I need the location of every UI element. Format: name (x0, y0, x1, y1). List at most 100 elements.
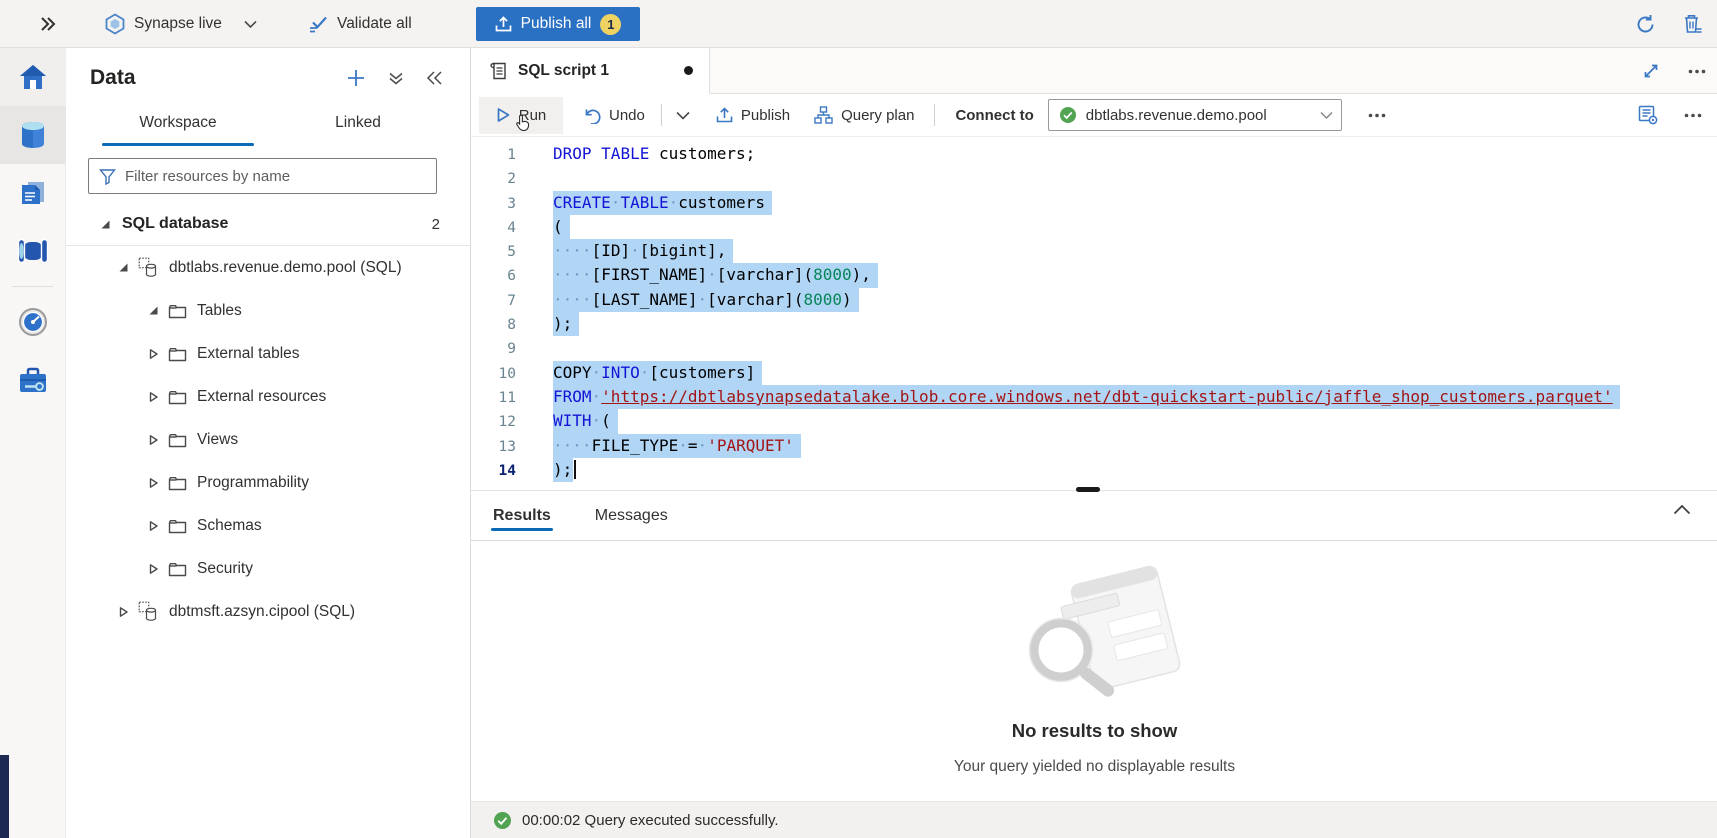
discard-trash-icon[interactable] (1682, 13, 1703, 35)
tree-item-security[interactable]: Security (66, 547, 470, 590)
code-line[interactable]: 11FROM·'https://dbtlabsynapsedatalake.bl… (471, 385, 1717, 409)
undo-button[interactable]: Undo (583, 107, 645, 124)
expander-icon[interactable] (116, 262, 130, 273)
sql-pool-icon (138, 257, 159, 278)
line-number[interactable]: 10 (471, 362, 516, 386)
data-cylinder-icon (18, 120, 48, 150)
tree-item-views[interactable]: Views (66, 418, 470, 461)
nav-manage[interactable] (0, 351, 66, 409)
nav-data[interactable] (0, 106, 66, 164)
code-line[interactable]: 8); (471, 312, 1717, 336)
collapse-panel-icon[interactable] (426, 71, 442, 85)
code-line[interactable]: 9 (471, 336, 1717, 360)
nav-home[interactable] (0, 48, 66, 106)
line-number[interactable]: 2 (471, 167, 516, 191)
expand-panel-icon[interactable] (38, 0, 58, 48)
tree-item-dbtlabs-revenue-demo-pool-sql[interactable]: dbtlabs.revenue.demo.pool (SQL) (66, 246, 470, 289)
code-line[interactable]: 3CREATE·TABLE·customers (471, 191, 1717, 215)
line-number[interactable]: 4 (471, 216, 516, 240)
nav-monitor[interactable] (0, 293, 66, 351)
expander-icon[interactable] (146, 477, 160, 489)
code-line[interactable]: 4( (471, 215, 1717, 239)
expand-editor-icon[interactable] (1642, 62, 1660, 80)
expander-icon[interactable] (116, 606, 130, 618)
code-line[interactable]: 1DROP TABLE customers; (471, 142, 1717, 166)
code-token (649, 144, 659, 163)
collapse-results-icon[interactable] (1673, 504, 1691, 515)
validate-all-button[interactable]: Validate all (308, 0, 412, 48)
code-line[interactable]: 12WITH·( (471, 409, 1717, 433)
tab-messages[interactable]: Messages (593, 497, 670, 535)
tab-linked[interactable]: Linked (268, 104, 448, 148)
publish-all-button[interactable]: Publish all 1 (476, 7, 640, 41)
line-number[interactable]: 1 (471, 143, 516, 167)
expander-icon[interactable] (146, 348, 160, 360)
nav-integrate[interactable] (0, 222, 66, 280)
line-number[interactable]: 9 (471, 337, 516, 361)
properties-icon[interactable] (1638, 105, 1658, 125)
add-resource-icon[interactable] (346, 68, 366, 88)
collapse-all-icon[interactable] (388, 70, 404, 86)
line-number[interactable]: 6 (471, 264, 516, 288)
filter-resources-input[interactable] (125, 168, 426, 185)
mode-label: Synapse live (134, 15, 222, 33)
line-number[interactable]: 3 (471, 192, 516, 216)
undo-split-chevron-icon[interactable] (676, 111, 690, 120)
code-line[interactable]: 14); (471, 458, 1717, 482)
code-token: TABLE (620, 193, 668, 212)
pool-icon (138, 257, 159, 278)
tree-item-external-tables[interactable]: External tables (66, 332, 470, 375)
toolbar-more-icon[interactable] (1368, 113, 1386, 118)
whitespace-dot: · (592, 411, 602, 430)
connect-to-pool-dropdown[interactable]: dbtlabs.revenue.demo.pool (1048, 99, 1342, 131)
expander-icon[interactable] (146, 305, 160, 316)
whitespace-dot: · (572, 436, 582, 455)
query-plan-button[interactable]: Query plan (814, 106, 914, 124)
tab-results[interactable]: Results (491, 497, 553, 535)
success-check-icon (493, 811, 512, 830)
tree-item-tables[interactable]: Tables (66, 289, 470, 332)
line-number[interactable]: 7 (471, 289, 516, 313)
sql-script-icon (489, 61, 508, 81)
publish-button[interactable]: Publish (716, 107, 790, 124)
expander-icon[interactable] (98, 219, 112, 230)
refresh-icon[interactable] (1635, 14, 1656, 35)
line-number[interactable]: 8 (471, 313, 516, 337)
code-line[interactable]: 6····[FIRST_NAME]·[varchar](8000), (471, 263, 1717, 287)
code-line[interactable]: 2 (471, 166, 1717, 190)
expander-icon[interactable] (146, 563, 160, 575)
tab-workspace[interactable]: Workspace (88, 104, 268, 148)
tree-item-programmability[interactable]: Programmability (66, 461, 470, 504)
sql-code-editor[interactable]: 1DROP TABLE customers;23CREATE·TABLE·cus… (471, 137, 1717, 490)
expander-icon[interactable] (146, 434, 160, 446)
expander-icon[interactable] (146, 520, 160, 532)
tree-item-label: Programmability (197, 474, 309, 492)
code-line[interactable]: 7····[LAST_NAME]·[varchar](8000) (471, 288, 1717, 312)
double-chevron-right-icon (38, 15, 58, 33)
run-button[interactable]: Run (479, 97, 563, 134)
unsaved-changes-dot (684, 66, 693, 75)
right-more-icon[interactable] (1684, 113, 1702, 118)
expander-icon[interactable] (146, 391, 160, 403)
line-number[interactable]: 14 (471, 459, 516, 483)
line-number[interactable]: 11 (471, 386, 516, 410)
tree-item-dbtmsft-azsyn-cipool-sql[interactable]: dbtmsft.azsyn.cipool (SQL) (66, 590, 470, 633)
code-token: DROP (553, 144, 592, 163)
synapse-live-selector[interactable]: Synapse live (104, 0, 257, 48)
code-line[interactable]: 5····[ID]·[bigint], (471, 239, 1717, 263)
code-token: [bigint], (640, 241, 727, 260)
line-number[interactable]: 12 (471, 410, 516, 434)
nav-develop[interactable] (0, 164, 66, 222)
code-line[interactable]: 10COPY·INTO·[customers] (471, 361, 1717, 385)
tab-sql-script-1[interactable]: SQL script 1 (471, 48, 710, 94)
tree-item-schemas[interactable]: Schemas (66, 504, 470, 547)
tree-item-sql-database[interactable]: SQL database2 (66, 203, 470, 246)
line-number[interactable]: 5 (471, 240, 516, 264)
expanded-triangle-icon (148, 305, 159, 316)
tree-item-external-resources[interactable]: External resources (66, 375, 470, 418)
tab-more-icon[interactable] (1688, 69, 1706, 74)
folder-icon (168, 303, 187, 319)
whitespace-dot: · (553, 265, 563, 284)
code-line[interactable]: 13····FILE_TYPE·=·'PARQUET' (471, 434, 1717, 458)
line-number[interactable]: 13 (471, 435, 516, 459)
